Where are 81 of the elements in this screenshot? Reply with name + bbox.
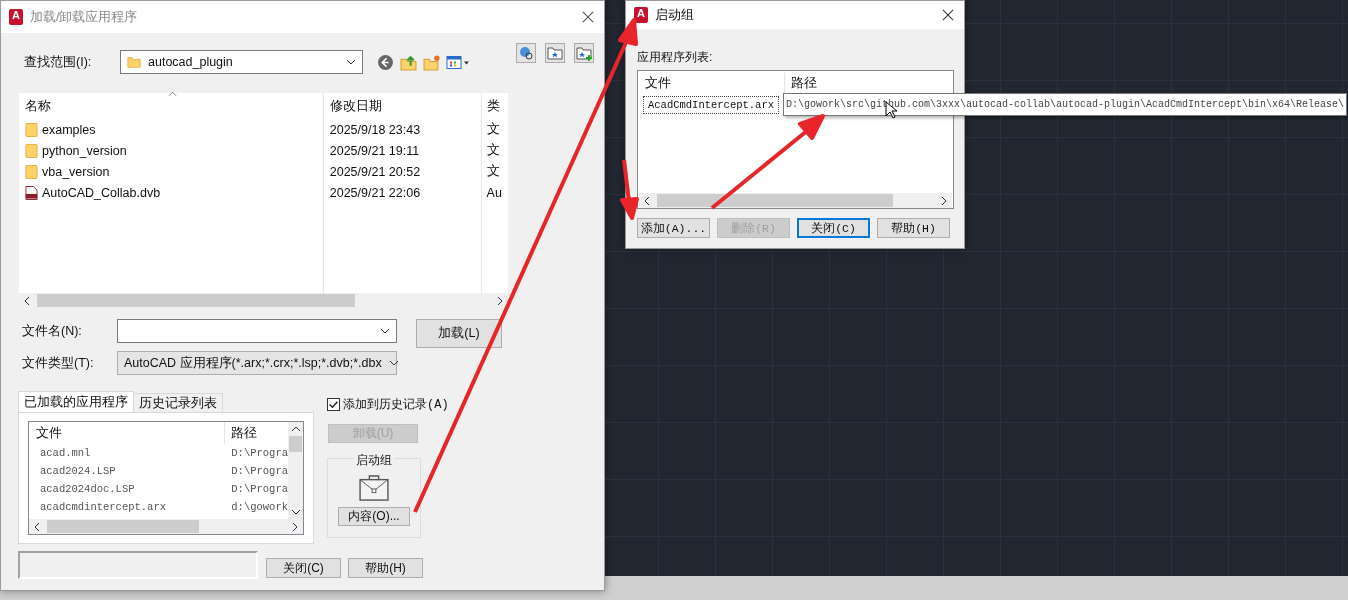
table-cell-text: acadcmdintercept.arx <box>39 501 168 513</box>
scroll-left-icon[interactable] <box>643 195 651 206</box>
chevron-down-icon <box>388 360 399 366</box>
document-icon <box>25 184 38 201</box>
dialog-button[interactable]: 帮助(H) <box>877 218 950 238</box>
file-item[interactable]: python_version <box>25 140 323 161</box>
checkbox[interactable] <box>327 398 340 411</box>
folder-icon <box>25 121 38 138</box>
tab[interactable]: 历史记录列表 <box>133 393 223 412</box>
column-header[interactable]: 名称 <box>25 95 323 117</box>
new-folder-icon[interactable] <box>423 53 440 71</box>
folder-icon <box>127 54 141 70</box>
table-cell-text: 2025/9/21 20:52 <box>329 163 422 181</box>
window-title: 启动组 <box>655 6 695 24</box>
add-favorite-icon[interactable] <box>573 43 595 63</box>
dialog-button[interactable]: 关闭(C) <box>797 218 870 238</box>
file-name-label: 文件名(N): <box>21 322 83 340</box>
scroll-left-icon[interactable] <box>23 295 31 306</box>
file-type-dropdown[interactable]: AutoCAD 应用程序(*.arx;*.crx;*.lsp;*.dvb;*.dbx <box>117 351 397 375</box>
add-to-history-checkbox[interactable]: 添加到历史记录(A) <box>327 396 452 413</box>
load-button[interactable]: 加载(L) <box>416 318 502 348</box>
list-label: 应用程序列表: <box>637 49 714 66</box>
table-cell-text: acad2024doc.LSP <box>39 483 136 495</box>
scroll-down-icon[interactable] <box>290 508 301 516</box>
window-title: 加载/卸载应用程序 <box>30 8 139 26</box>
table-cell-text: Au <box>486 184 503 202</box>
table-cell[interactable]: AcadCmdIntercept.arx <box>643 96 780 114</box>
group-title: 启动组 <box>354 452 394 469</box>
chevron-down-icon <box>346 59 356 65</box>
column-header[interactable]: 路径 <box>785 74 817 92</box>
folder-up-icon[interactable] <box>400 53 417 71</box>
folder-icon <box>25 142 38 159</box>
dialog-button[interactable]: 添加(A)... <box>637 218 710 238</box>
table-cell-text: 文 <box>486 163 501 180</box>
scrollbar[interactable] <box>29 519 303 534</box>
briefcase-icon <box>359 475 389 501</box>
scroll-right-icon[interactable] <box>940 195 948 206</box>
scroll-up-icon[interactable] <box>290 425 301 433</box>
table-cell-text: 2025/9/21 22:06 <box>329 184 422 202</box>
column-header[interactable]: 文件 <box>29 422 225 444</box>
look-in-label: 查找范围(I): <box>23 53 93 71</box>
file-name-field[interactable] <box>117 319 397 343</box>
tab[interactable]: 已加载的应用程序 <box>18 391 134 412</box>
web-search-icon[interactable] <box>515 43 537 63</box>
file-item[interactable]: AutoCAD_Collab.dvb <box>25 182 323 203</box>
table-cell-text: 2025/9/18 23:43 <box>329 121 422 139</box>
dialog-button[interactable]: 帮助(H) <box>348 558 423 578</box>
favorite-folder-icon[interactable] <box>544 43 566 63</box>
back-icon[interactable] <box>377 53 394 71</box>
table-cell-text: D:\Progra <box>230 465 288 477</box>
sort-caret-icon <box>168 91 177 97</box>
chevron-down-icon <box>380 328 390 334</box>
scrollbar[interactable] <box>639 193 952 208</box>
scroll-right-icon[interactable] <box>496 295 504 306</box>
table-cell-text: D:\Progra <box>230 447 288 459</box>
contents-button[interactable]: 内容(O)... <box>338 507 410 526</box>
scroll-left-icon[interactable] <box>33 521 41 532</box>
table-cell-text: 2025/9/21 19:11 <box>329 142 421 160</box>
file-item[interactable]: vba_version <box>25 161 323 182</box>
column-header[interactable]: 路径 <box>225 424 257 442</box>
file-type-label: 文件类型(T): <box>21 354 95 372</box>
close-icon[interactable] <box>582 11 594 23</box>
table-cell-text: D:\Progra <box>230 483 288 495</box>
scrollbar[interactable] <box>288 422 303 519</box>
table-cell-text: acad2024.LSP <box>39 465 117 477</box>
look-in-dropdown[interactable]: autocad_plugin <box>120 50 363 74</box>
table-cell-text: d:\gowork <box>230 501 288 513</box>
scroll-thumb[interactable] <box>289 436 302 452</box>
table-cell-text: 文 <box>486 142 501 159</box>
table-cell-text: acad.mnl <box>39 447 92 459</box>
file-item[interactable]: examples <box>25 119 323 140</box>
close-icon[interactable] <box>942 9 954 21</box>
app-icon: A <box>9 9 23 25</box>
column-header[interactable]: 修改日期 <box>329 95 481 117</box>
dialog-button[interactable]: 关闭(C) <box>266 558 341 578</box>
view-menu-icon[interactable] <box>446 53 470 71</box>
table-cell-text: 文 <box>486 121 501 138</box>
app-icon: A <box>634 7 648 23</box>
column-header[interactable]: 类 <box>486 95 508 117</box>
scroll-right-icon[interactable] <box>291 521 299 532</box>
folder-icon <box>25 163 38 180</box>
